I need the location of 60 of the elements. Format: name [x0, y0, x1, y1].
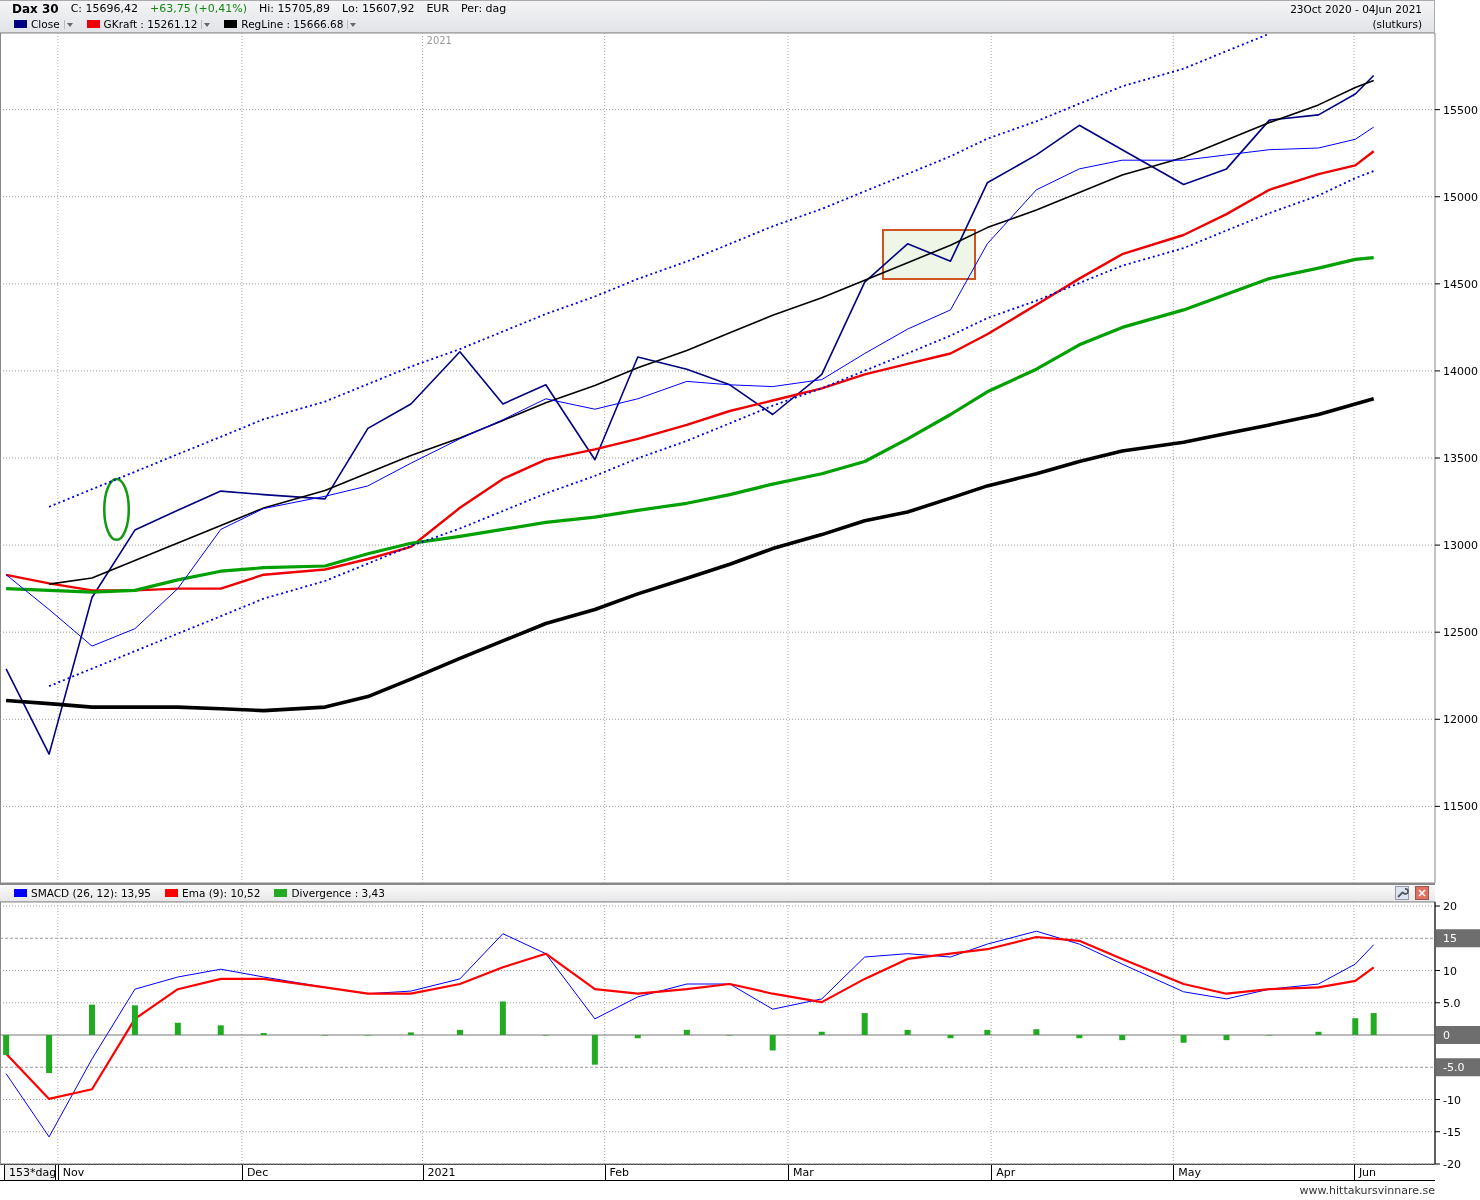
legend-dropdown[interactable]: GKraft : 15261.12	[84, 18, 213, 31]
legend-swatch	[224, 20, 238, 29]
caret-icon	[63, 19, 73, 29]
wrench-icon	[1395, 886, 1409, 900]
currency: EUR	[426, 1, 450, 16]
axis-label: 20	[1443, 900, 1457, 913]
axis-label: 14500	[1443, 277, 1478, 291]
axis-label: Apr	[991, 1165, 1174, 1180]
high-price: Hi: 15705,89	[259, 1, 331, 16]
legend-label: SMACD (26, 12): 13,95	[31, 887, 151, 899]
axis-label: 15	[1436, 929, 1480, 948]
axis-label: 14000	[1443, 364, 1478, 378]
axis-label: -5.0	[1436, 1058, 1480, 1077]
legend-swatch	[14, 889, 27, 897]
axis-label: Feb	[604, 1165, 788, 1180]
caret-icon	[201, 19, 211, 29]
caret-icon	[347, 19, 357, 29]
axis-label: 5.0	[1443, 996, 1461, 1010]
axis-label: 0	[1436, 1026, 1480, 1044]
y-tick-label: -5.0	[1443, 1061, 1465, 1075]
period-label: 153*dag	[4, 1165, 56, 1180]
axis-label: 10	[1443, 964, 1457, 978]
close-price: C: 15696,42	[70, 1, 139, 16]
instrument-name: Dax 30	[12, 1, 59, 16]
axis-label: -20	[1443, 1158, 1461, 1171]
legend-label: Close	[31, 18, 60, 31]
legend-swatch	[14, 20, 27, 29]
legend-label: RegLine : 15666.68	[241, 18, 344, 31]
axis-label: Nov	[57, 1165, 242, 1180]
axis-label: 13500	[1443, 452, 1478, 465]
price-basis: (slutkurs)	[1372, 18, 1422, 31]
axis-label: 12500	[1443, 626, 1478, 640]
axis-label: Dec	[241, 1165, 423, 1180]
axis-label: 13000	[1443, 539, 1478, 553]
axis-label: Jun	[1353, 1165, 1435, 1180]
axis-label: 15000	[1443, 190, 1478, 204]
legend-label: Divergence : 3,43	[291, 887, 385, 899]
site-credit: www.hittakursvinnare.se	[1299, 1184, 1435, 1197]
legend-swatch	[274, 889, 288, 897]
date-range: 23Oct 2020 - 04Jun 2021	[1290, 2, 1422, 15]
axis-label: -10	[1443, 1093, 1461, 1107]
y-tick-label: 15	[1443, 932, 1457, 946]
legend-label: GKraft : 15261.12	[103, 18, 198, 31]
axis-label: May	[1173, 1165, 1354, 1180]
low-price: Lo: 15607,92	[342, 1, 415, 16]
year-label: 2021	[426, 35, 452, 46]
axis-label: Mar	[787, 1165, 992, 1180]
axis-label: 11500	[1443, 800, 1478, 814]
period: Per: dag	[461, 1, 507, 16]
price-change: +63,75 (+0,41%)	[150, 1, 247, 16]
axis-label: 2021	[422, 1165, 605, 1180]
axis-label: 15500	[1443, 103, 1478, 117]
y-tick-label: 0	[1443, 1029, 1450, 1042]
axis-label: 12000	[1443, 713, 1478, 727]
legend-swatch	[165, 889, 178, 897]
axis-label: -15	[1443, 1125, 1461, 1139]
legend-label: Ema (9): 10,52	[182, 887, 261, 899]
legend-dropdown[interactable]: Close	[12, 18, 75, 31]
legend-dropdown[interactable]: RegLine : 15666.68	[222, 18, 359, 31]
legend-swatch	[86, 20, 100, 29]
